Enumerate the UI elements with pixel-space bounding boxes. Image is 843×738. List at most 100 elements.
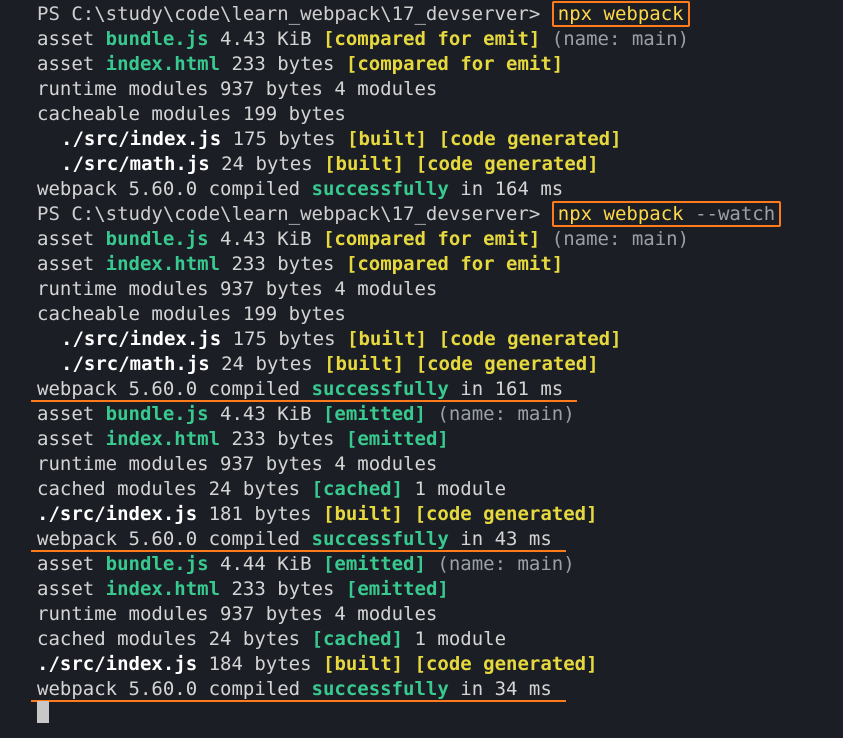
cached-prefix: cached modules 24 bytes	[37, 628, 312, 650]
asset-suffix: (name: main)	[425, 403, 575, 425]
compiled-line-underlined: webpack 5.60.0 compiled successfully in …	[0, 377, 843, 402]
asset-size: 4.43 KiB	[208, 403, 323, 425]
module-generated-tag: [code generated]	[427, 328, 622, 350]
compiled-line-underlined: webpack 5.60.0 compiled successfully in …	[0, 677, 843, 702]
cached-line: cached modules 24 bytes [cached] 1 modul…	[0, 477, 843, 502]
asset-prefix: asset	[37, 253, 106, 275]
runtime-line: runtime modules 937 bytes 4 modules	[37, 603, 438, 625]
asset-line: asset bundle.js 4.43 KiB [compared for e…	[0, 227, 843, 252]
compiled-time: in 164 ms	[448, 178, 564, 200]
module-line: ./src/math.js 24 bytes [built] [code gen…	[0, 152, 843, 177]
asset-name: index.html	[105, 253, 221, 275]
asset-tag: [compared for emit]	[322, 228, 541, 250]
module-name: ./src/index.js	[37, 503, 198, 525]
module-name: ./src/index.js	[61, 128, 222, 150]
compiled-time: in 161 ms	[448, 378, 564, 400]
asset-name: index.html	[105, 428, 221, 450]
asset-suffix: (name: main)	[425, 553, 575, 575]
asset-size: 233 bytes	[220, 53, 346, 75]
cacheable-line: cacheable modules 199 bytes	[37, 303, 346, 325]
compiled-status: successfully	[311, 378, 449, 400]
module-generated-tag: [code generated]	[403, 503, 598, 525]
prompt-path: PS C:\study\code\learn_webpack\17_devser…	[37, 3, 541, 25]
module-built-tag: [built]	[323, 503, 404, 525]
asset-line: asset index.html 233 bytes [emitted]	[0, 427, 843, 452]
asset-name: bundle.js	[105, 228, 209, 250]
runtime-line: runtime modules 937 bytes 4 modules	[37, 278, 438, 300]
module-size: 181 bytes	[197, 503, 323, 525]
asset-tag: [emitted]	[322, 553, 426, 575]
asset-name: bundle.js	[105, 553, 209, 575]
asset-size: 4.44 KiB	[208, 553, 323, 575]
compiled-prefix: webpack 5.60.0 compiled	[37, 178, 312, 200]
compiled-time: in 34 ms	[448, 678, 552, 700]
module-name: ./src/index.js	[61, 328, 222, 350]
asset-suffix: (name: main)	[540, 228, 690, 250]
asset-prefix: asset	[37, 28, 106, 50]
module-generated-tag: [code generated]	[404, 353, 599, 375]
compiled-prefix: webpack 5.60.0 compiled	[37, 378, 312, 400]
compiled-line: webpack 5.60.0 compiled successfully in …	[0, 177, 843, 202]
cached-tag: [cached]	[311, 478, 404, 500]
module-built-tag: [built]	[324, 153, 405, 175]
asset-line: asset bundle.js 4.44 KiB [emitted] (name…	[0, 552, 843, 577]
compiled-prefix: webpack 5.60.0 compiled	[37, 528, 312, 550]
module-size: 24 bytes	[209, 153, 325, 175]
command-flag: --watch	[695, 203, 776, 225]
module-name: ./src/math.js	[61, 353, 210, 375]
module-size: 175 bytes	[221, 128, 347, 150]
cached-suffix: 1 module	[403, 628, 507, 650]
asset-line: asset index.html 233 bytes [emitted]	[0, 577, 843, 602]
asset-tag: [compared for emit]	[322, 28, 541, 50]
asset-size: 4.43 KiB	[208, 228, 323, 250]
module-built-tag: [built]	[324, 353, 405, 375]
asset-name: bundle.js	[105, 403, 209, 425]
module-size: 24 bytes	[209, 353, 325, 375]
prompt-path: PS C:\study\code\learn_webpack\17_devser…	[37, 203, 541, 225]
asset-size: 4.43 KiB	[208, 28, 323, 50]
asset-name: index.html	[105, 53, 221, 75]
compiled-status: successfully	[311, 178, 449, 200]
prompt-line-1: PS C:\study\code\learn_webpack\17_devser…	[0, 1, 843, 27]
terminal-output[interactable]: PS C:\study\code\learn_webpack\17_devser…	[0, 0, 843, 738]
text-cursor[interactable]	[37, 701, 49, 723]
asset-name: bundle.js	[105, 28, 209, 50]
asset-tag: [emitted]	[345, 578, 449, 600]
command-highlight-1: npx webpack	[551, 1, 690, 27]
runtime-line: runtime modules 937 bytes 4 modules	[37, 453, 438, 475]
module-generated-tag: [code generated]	[404, 153, 599, 175]
command-text: npx webpack	[557, 203, 684, 225]
module-built-tag: [built]	[347, 328, 428, 350]
asset-prefix: asset	[37, 428, 106, 450]
runtime-line: runtime modules 937 bytes 4 modules	[37, 78, 438, 100]
module-line: ./src/math.js 24 bytes [built] [code gen…	[0, 352, 843, 377]
cached-prefix: cached modules 24 bytes	[37, 478, 312, 500]
module-built-tag: [built]	[347, 128, 428, 150]
asset-size: 233 bytes	[220, 428, 346, 450]
compiled-underline: webpack 5.60.0 compiled successfully in …	[37, 678, 552, 700]
module-name: ./src/math.js	[61, 153, 210, 175]
asset-size: 233 bytes	[220, 253, 346, 275]
asset-prefix: asset	[37, 553, 106, 575]
asset-prefix: asset	[37, 403, 106, 425]
asset-prefix: asset	[37, 228, 106, 250]
asset-line: asset bundle.js 4.43 KiB [emitted] (name…	[0, 402, 843, 427]
asset-name: index.html	[105, 578, 221, 600]
module-line: ./src/index.js 184 bytes [built] [code g…	[0, 652, 843, 677]
asset-line: asset index.html 233 bytes [compared for…	[0, 252, 843, 277]
asset-tag: [emitted]	[322, 403, 426, 425]
module-size: 184 bytes	[197, 653, 323, 675]
asset-line: asset index.html 233 bytes [compared for…	[0, 52, 843, 77]
compiled-underline: webpack 5.60.0 compiled successfully in …	[37, 528, 552, 550]
compiled-status: successfully	[311, 528, 449, 550]
prompt-line-2: PS C:\study\code\learn_webpack\17_devser…	[0, 201, 843, 227]
cacheable-line: cacheable modules 199 bytes	[37, 103, 346, 125]
asset-tag: [compared for emit]	[345, 253, 564, 275]
module-generated-tag: [code generated]	[427, 128, 622, 150]
asset-line: asset bundle.js 4.43 KiB [compared for e…	[0, 27, 843, 52]
compiled-prefix: webpack 5.60.0 compiled	[37, 678, 312, 700]
module-line: ./src/index.js 175 bytes [built] [code g…	[0, 127, 843, 152]
cached-tag: [cached]	[311, 628, 404, 650]
asset-suffix: (name: main)	[540, 28, 690, 50]
command-highlight-2: npx webpack --watch	[551, 201, 782, 227]
